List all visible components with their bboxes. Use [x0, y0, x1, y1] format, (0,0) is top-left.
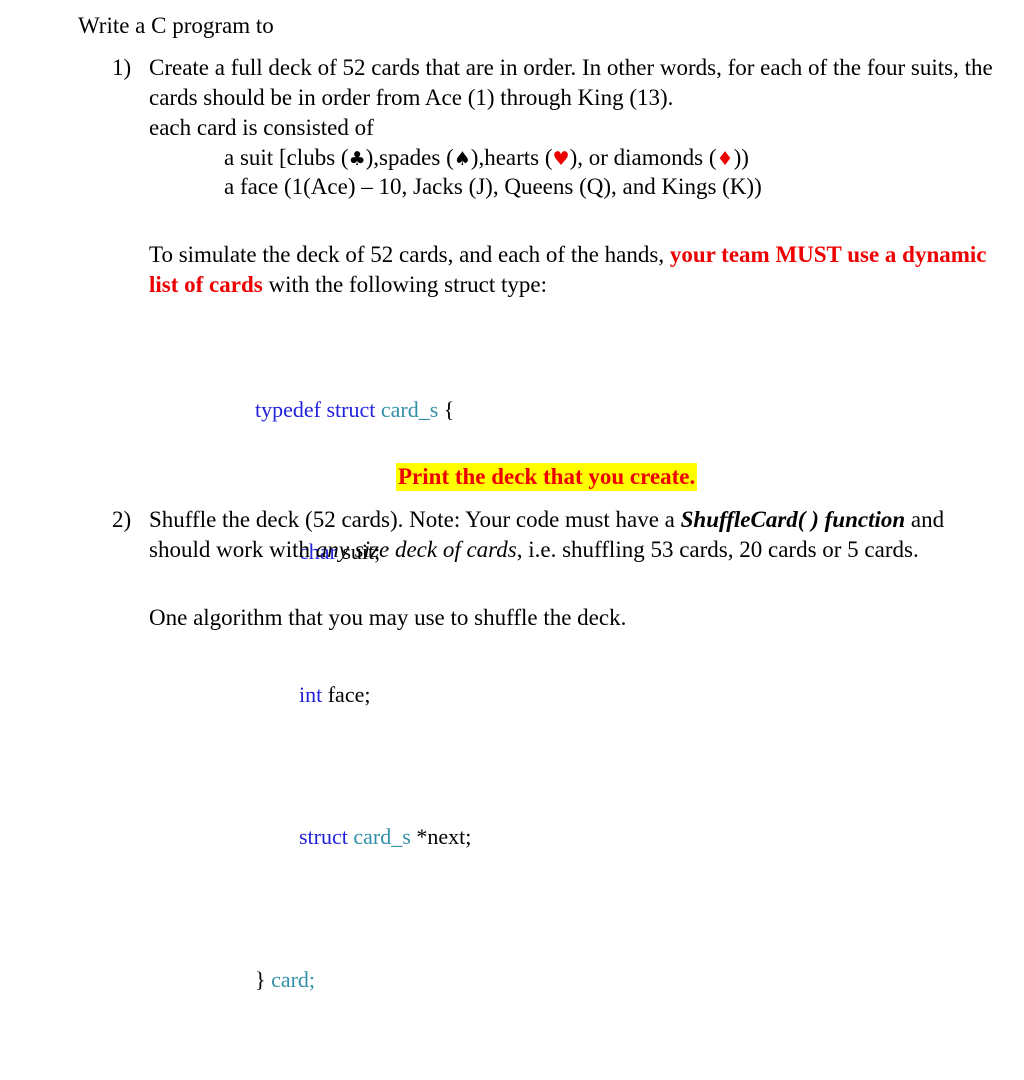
code-token: struct [299, 824, 354, 849]
code-token: { [438, 396, 455, 422]
suit-mid-3: ), or diamonds ( [569, 145, 717, 170]
suit-mid-1: ),spades ( [365, 145, 454, 170]
face-definition-line: a face (1(Ace) – 10, Jacks (J), Queens (… [224, 174, 762, 199]
list-marker-1: 1) [112, 55, 132, 80]
list-item-1-subtext: each card is consisted of [149, 115, 374, 140]
list-item: 1) Create a full deck of 52 cards that a… [112, 53, 1002, 113]
suit-suffix: )) [733, 145, 749, 170]
highlighted-note-text: Print the deck that you create. [396, 463, 698, 491]
code-token: card_s [380, 396, 439, 422]
list-item: 2) Shuffle the deck (52 cards). Note: Yo… [112, 505, 1002, 565]
code-token: card_s [353, 824, 411, 849]
code-token: int [299, 681, 323, 707]
code-token: face; [322, 681, 371, 707]
code-token: } [255, 966, 272, 992]
heart-icon: ♥ [552, 148, 570, 170]
code-token: card; [271, 966, 316, 992]
shuffle-function-name: ShuffleCard( ) function [680, 507, 906, 532]
requirement-after: with the following struct type: [262, 272, 547, 297]
club-icon: ♣ [348, 148, 366, 170]
code-token: *next; [410, 824, 472, 849]
requirement-before: To simulate the deck of 52 cards, and ea… [149, 242, 670, 267]
suit-prefix: a suit [clubs ( [224, 145, 349, 170]
code-line: typedef struct card_s { [222, 367, 471, 453]
page-title: Write a C program to [78, 13, 274, 38]
shuffle-part-3: , i.e. shuffling 53 cards, 20 cards or 5… [516, 537, 919, 562]
list-item-2-text: Shuffle the deck (52 cards). Note: Your … [149, 505, 1002, 565]
requirement-paragraph: To simulate the deck of 52 cards, and ea… [149, 240, 999, 300]
list-marker-2: 2) [112, 507, 132, 532]
code-token: typedef struct [255, 396, 381, 422]
code-line: } card; [222, 937, 471, 1023]
code-line: struct card_s *next; [222, 795, 471, 881]
list-item-1-text: Create a full deck of 52 cards that are … [149, 55, 993, 110]
shuffle-followup-text: One algorithm that you may use to shuffl… [149, 605, 627, 630]
highlighted-note: Print the deck that you create. [396, 462, 698, 492]
code-block-struct: typedef struct card_s { char suit; int f… [222, 310, 471, 1080]
shuffle-part-1: Shuffle the deck (52 cards). Note: Your … [149, 507, 681, 532]
diamond-icon: ♦ [716, 148, 734, 170]
suit-mid-2: ),hearts ( [470, 145, 553, 170]
spade-icon: ♠ [453, 148, 471, 170]
shuffle-deck-size-emphasis: any size deck of cards [315, 537, 517, 562]
code-line: int face; [222, 652, 471, 738]
document-page: Write a C program to 1) Create a full de… [0, 0, 1024, 992]
suit-definition-line: a suit [clubs (♣),spades (♠),hearts (♥),… [224, 143, 749, 174]
